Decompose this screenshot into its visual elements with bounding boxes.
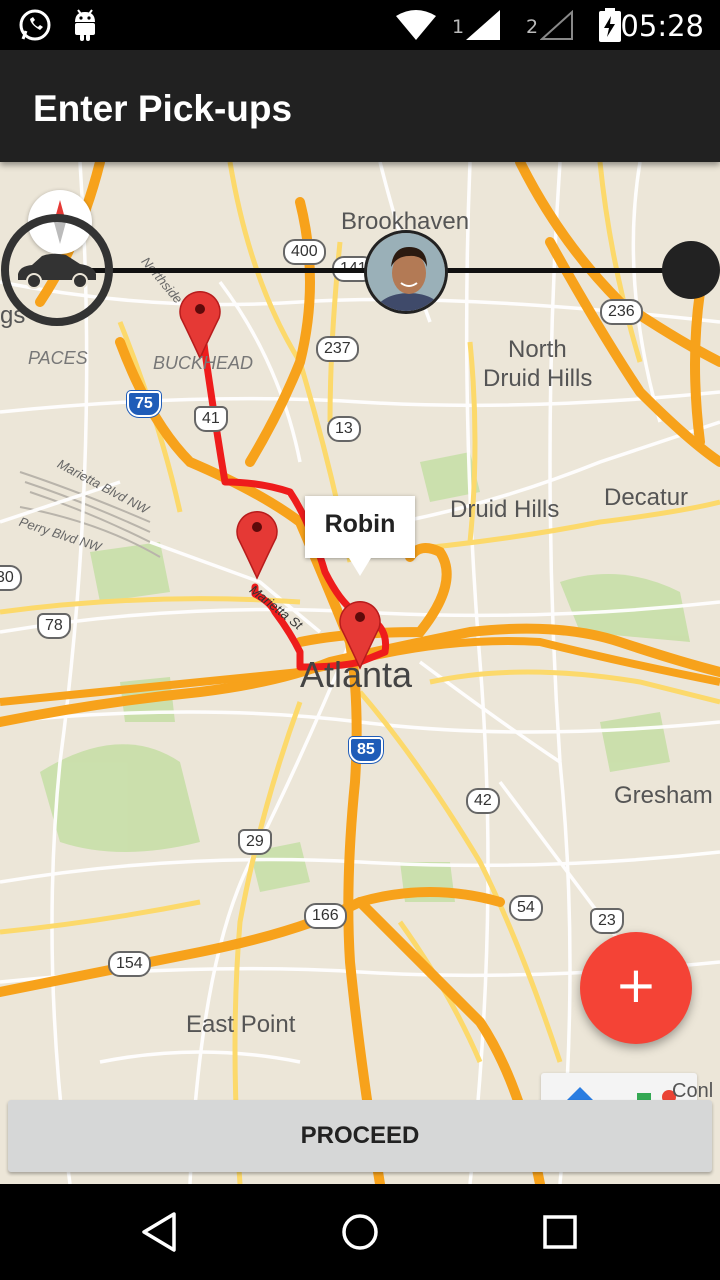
route-shield-us78: 78	[37, 613, 71, 639]
pickup-timeline-line	[40, 268, 680, 273]
signal-icon	[466, 10, 500, 40]
place-label-gresham: Gresham P	[614, 782, 720, 809]
page-title: Enter Pick-ups	[33, 88, 293, 129]
place-label-atlanta: Atlanta	[300, 654, 413, 695]
battery-charging-icon	[599, 8, 621, 42]
place-label-druid-hills: Druid Hills	[450, 496, 560, 523]
timeline-end-dot[interactable]	[662, 241, 720, 299]
place-label-north: North	[508, 336, 567, 363]
route-shield-236: 236	[600, 299, 643, 325]
signal-empty-icon	[540, 10, 573, 40]
place-label-north-druid-hills: Druid Hills	[483, 365, 593, 392]
driver-car-button[interactable]	[1, 214, 113, 326]
back-icon[interactable]	[130, 1204, 190, 1260]
car-icon	[18, 253, 96, 289]
add-pickup-button[interactable]: +	[580, 932, 692, 1044]
pickup-marker-2[interactable]	[236, 511, 278, 580]
whatsapp-icon	[19, 9, 51, 41]
status-bar: 1 2 05:28	[0, 0, 720, 50]
place-label-paces: PACES	[28, 348, 88, 368]
route-shield-30: 30	[0, 565, 22, 591]
route-shield-42: 42	[466, 788, 500, 814]
navigation-bar	[0, 1184, 720, 1280]
route-shield-166: 166	[304, 903, 347, 929]
home-icon[interactable]	[330, 1204, 390, 1260]
place-label-east-point: East Point	[186, 1011, 296, 1038]
marker-info-window[interactable]: Robin	[305, 496, 415, 576]
map-view[interactable]: Brookhaven North Druid Hills Druid Hills…	[0, 162, 720, 1184]
person-photo-icon	[367, 233, 445, 311]
place-label-decatur: Decatur	[604, 484, 689, 511]
route-shield-i85: 85	[349, 737, 383, 763]
proceed-button[interactable]: PROCEED	[8, 1100, 712, 1172]
route-shield-400: 400	[283, 239, 326, 265]
status-time: 05:28	[620, 9, 704, 43]
app-bar: Enter Pick-ups	[0, 50, 720, 162]
recents-icon[interactable]	[530, 1204, 590, 1260]
route-shield-237: 237	[316, 336, 359, 362]
route-shield-us29: 29	[238, 829, 272, 855]
route-shield-us23: 23	[590, 908, 624, 934]
sim2-label: 2	[526, 16, 539, 38]
place-label-buckhead: BUCKHEAD	[153, 353, 254, 373]
passenger-avatar[interactable]	[364, 230, 448, 314]
route-shield-54: 54	[509, 895, 543, 921]
android-icon	[75, 9, 95, 41]
route-shield-us41: 41	[194, 406, 228, 432]
wifi-icon	[396, 10, 436, 40]
route-shield-i75: 75	[127, 391, 161, 417]
pickup-marker-1[interactable]	[179, 291, 221, 360]
route-shield-13: 13	[327, 416, 361, 442]
sim1-label: 1	[452, 16, 465, 38]
route-shield-154: 154	[108, 951, 151, 977]
